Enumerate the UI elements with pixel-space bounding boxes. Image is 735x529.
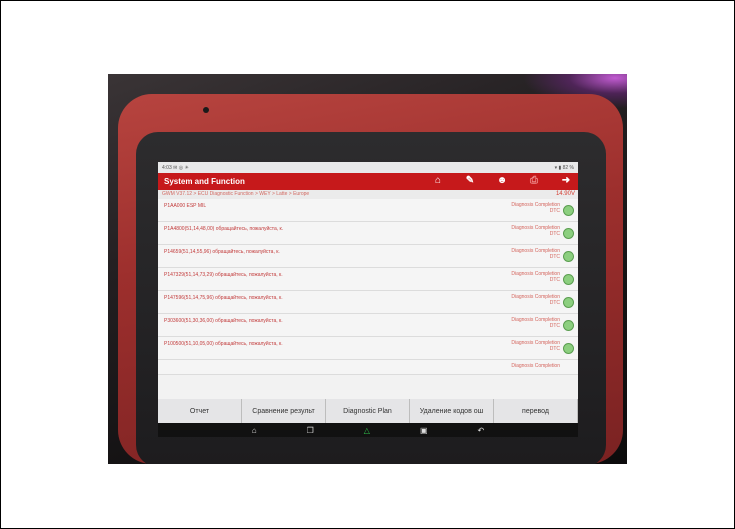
tablet-screen: 4:03 ✉ ◎ ☀ ▾ ▮ 82 % System and Function … [158, 162, 578, 437]
search-icon[interactable] [563, 274, 574, 285]
dtc-code: P303600(51,30,36,00) обращайтесь, пожалу… [164, 318, 283, 324]
nav-recents-icon[interactable]: ❐ [307, 426, 314, 435]
diagnostic-plan-button[interactable]: Diagnostic Plan [326, 399, 410, 423]
search-icon[interactable] [563, 228, 574, 239]
dtc-code: P147596(51,14,75,96) обращайтесь, пожалу… [164, 295, 283, 301]
status-right: ▾ ▮ 82 % [554, 164, 574, 171]
edit-icon[interactable]: ✎ [464, 175, 476, 187]
dtc-status: Diagnosis Completion DTC [511, 271, 560, 283]
clear-codes-button[interactable]: Удаление кодов ош [410, 399, 494, 423]
list-item[interactable]: P100500(51,10,05,00) обращайтесь, пожалу… [158, 337, 578, 360]
battery-voltage: 14.90V [555, 191, 575, 197]
list-item[interactable]: P147329(51,14,73,29) обращайтесь, пожалу… [158, 268, 578, 291]
search-icon[interactable] [563, 251, 574, 262]
list-item[interactable]: P147596(51,14,75,96) обращайтесь, пожалу… [158, 291, 578, 314]
list-item[interactable]: P303600(51,30,36,00) обращайтесь, пожалу… [158, 314, 578, 337]
dtc-code: P1A4800(51,14,48,00) обращайтесь, пожалу… [164, 226, 284, 232]
search-icon[interactable] [563, 320, 574, 331]
compare-results-button[interactable]: Сравнение результ [242, 399, 326, 423]
page-title: System and Function [164, 177, 245, 186]
user-icon[interactable]: ☻ [496, 175, 508, 187]
list-item[interactable]: P1AA000 ESP MIL Diagnosis Completion DTC [158, 199, 578, 222]
dtc-status: Diagnosis Completion DTC [511, 340, 560, 352]
search-icon[interactable] [563, 297, 574, 308]
dtc-list: P1AA000 ESP MIL Diagnosis Completion DTC… [158, 199, 578, 375]
title-bar: System and Function ⌂ ✎ ☻ ⎙ ➜ [158, 173, 578, 190]
dtc-status: Diagnosis Completion DTC [511, 317, 560, 329]
android-nav-bar: ⌂ ❐ △ ▣ ↶ [158, 423, 578, 437]
photo: 4:03 ✉ ◎ ☀ ▾ ▮ 82 % System and Function … [108, 74, 627, 464]
screenshot-icon[interactable]: ▣ [420, 426, 428, 435]
list-item[interactable]: P14659(51,14,55,96) обращайтесь, пожалуй… [158, 245, 578, 268]
nav-back-icon[interactable]: ↶ [478, 426, 485, 435]
translate-button[interactable]: перевод [494, 399, 578, 423]
vci-icon[interactable]: △ [364, 426, 370, 435]
dtc-status: Diagnosis Completion [511, 363, 560, 369]
status-bar: 4:03 ✉ ◎ ☀ ▾ ▮ 82 % [158, 162, 578, 173]
search-icon[interactable] [563, 205, 574, 216]
dtc-status: Diagnosis Completion DTC [511, 225, 560, 237]
camera [203, 107, 209, 113]
dtc-status: Diagnosis Completion DTC [511, 294, 560, 306]
dtc-code: P1AA000 ESP MIL [164, 203, 207, 209]
dtc-code: P14659(51,14,55,96) обращайтесь, пожалуй… [164, 249, 280, 255]
dtc-status: Diagnosis Completion DTC [511, 202, 560, 214]
list-item[interactable]: P1A4800(51,14,48,00) обращайтесь, пожалу… [158, 222, 578, 245]
toolbar-icons: ⌂ ✎ ☻ ⎙ ➜ [432, 175, 572, 187]
dtc-code: P147329(51,14,73,29) обращайтесь, пожалу… [164, 272, 283, 278]
breadcrumb: GWM V37.12 > ECU Diagnostic Function > W… [158, 190, 578, 199]
dtc-code: P100500(51,10,05,00) обращайтесь, пожалу… [164, 341, 283, 347]
nav-home-icon[interactable]: ⌂ [252, 426, 257, 435]
breadcrumb-text: GWM V37.12 > ECU Diagnostic Function > W… [162, 191, 310, 197]
status-left: 4:03 ✉ ◎ ☀ [162, 164, 189, 171]
print-icon[interactable]: ⎙ [528, 175, 540, 187]
list-item[interactable]: Diagnosis Completion [158, 360, 578, 375]
exit-icon[interactable]: ➜ [560, 175, 572, 187]
search-icon[interactable] [563, 343, 574, 354]
home-icon[interactable]: ⌂ [432, 175, 444, 187]
report-button[interactable]: Отчет [158, 399, 242, 423]
action-bar: Отчет Сравнение результ Diagnostic Plan … [158, 399, 578, 423]
dtc-status: Diagnosis Completion DTC [511, 248, 560, 260]
